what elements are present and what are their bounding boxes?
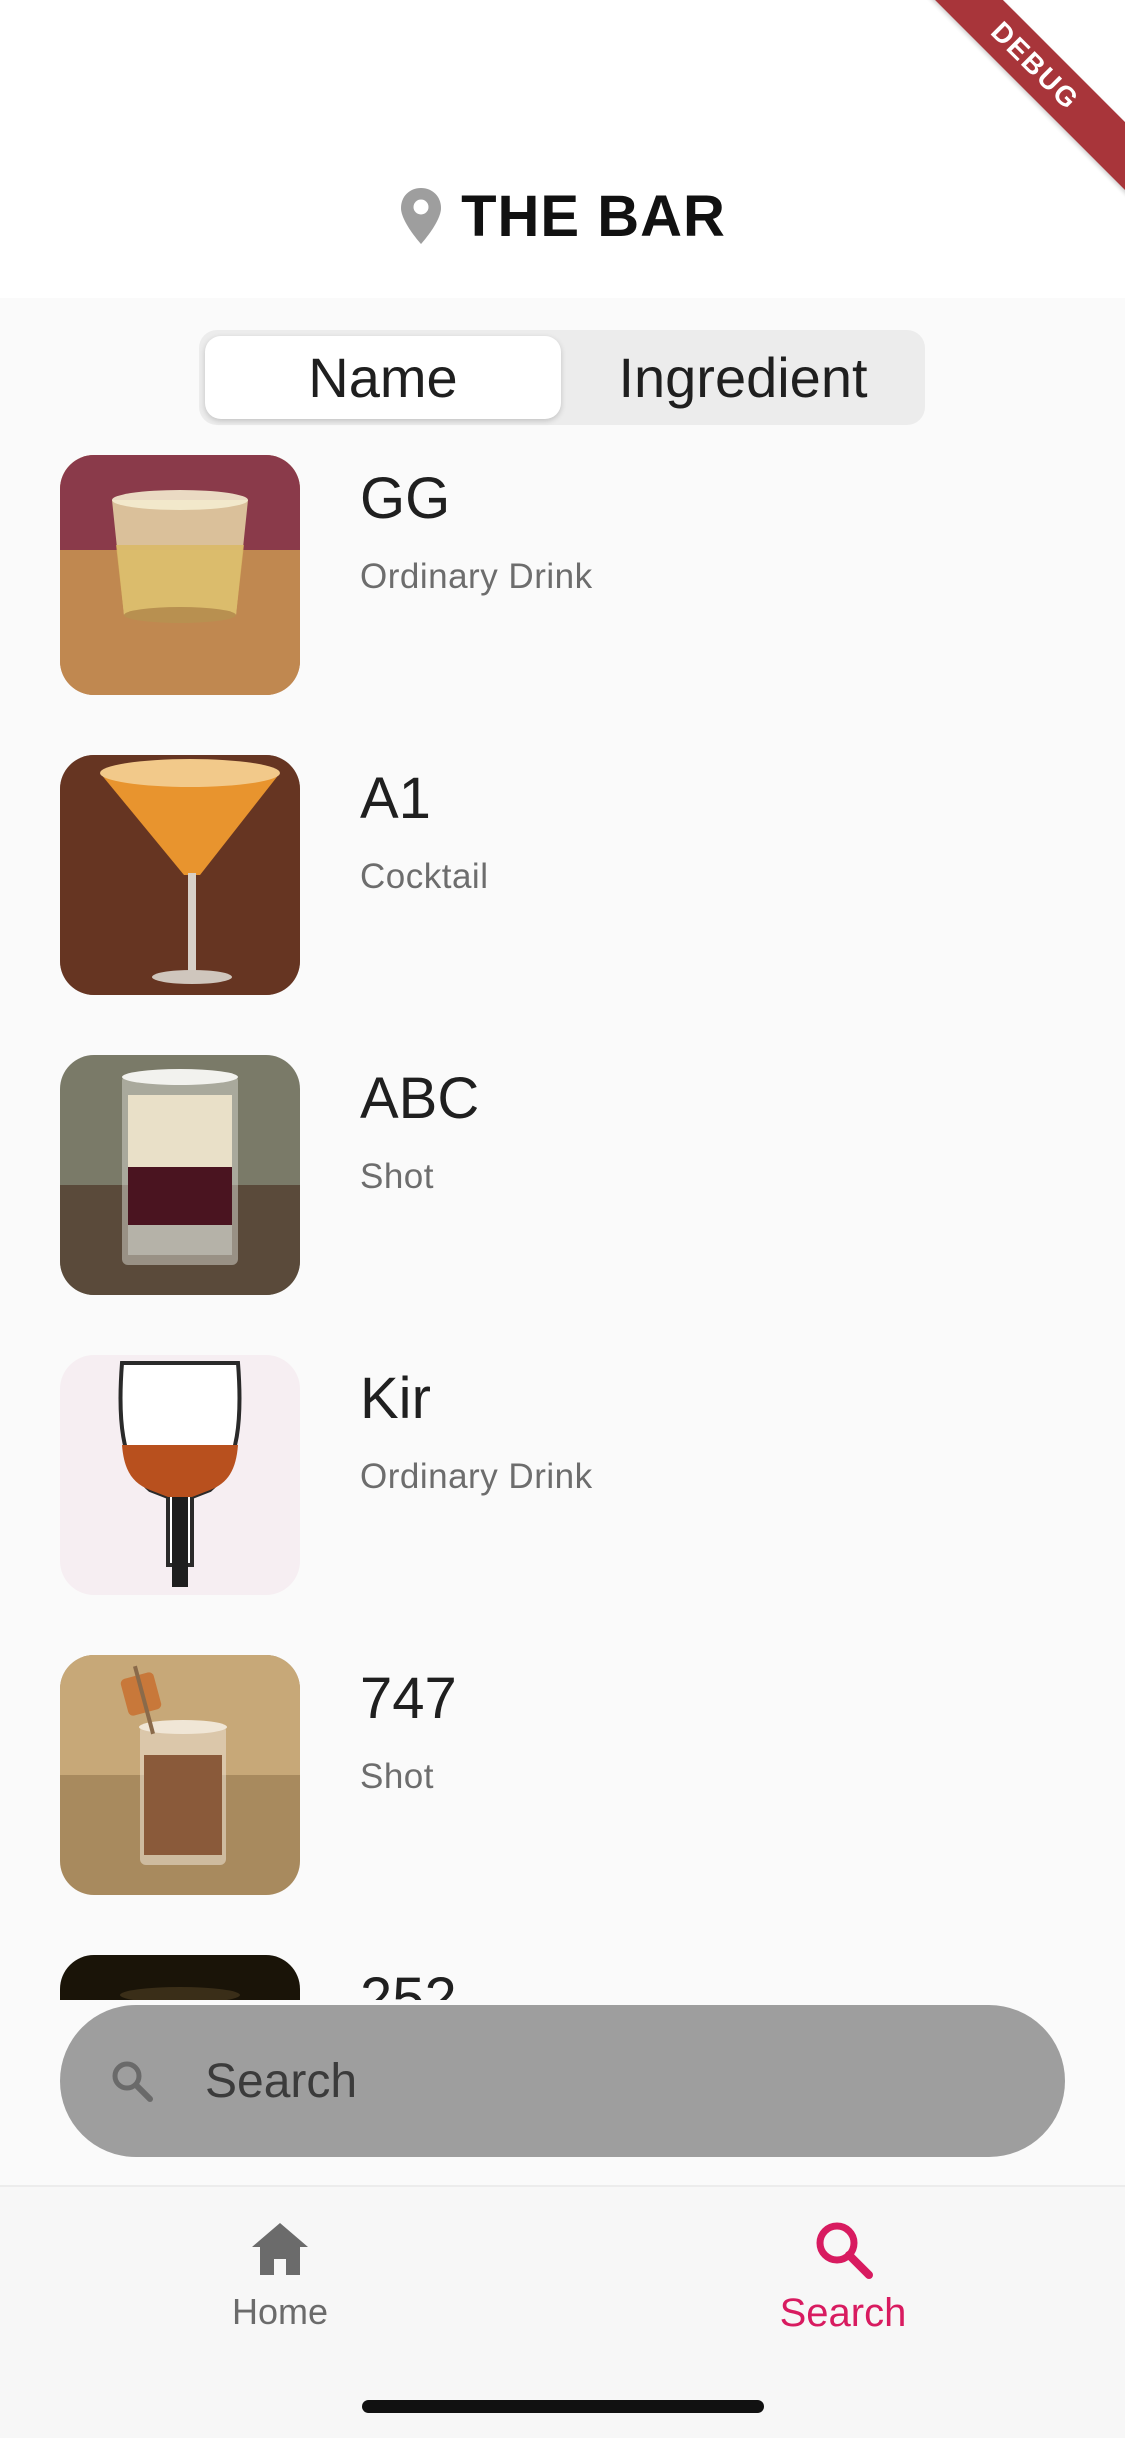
drink-name: ABC bbox=[360, 1066, 480, 1131]
drink-list-item[interactable]: 252 bbox=[0, 1955, 1125, 2000]
drink-thumbnail bbox=[60, 1955, 300, 2000]
nav-search-label: Search bbox=[779, 2291, 907, 2335]
drink-list-item[interactable]: Kir Ordinary Drink bbox=[0, 1355, 1125, 1595]
nav-search[interactable]: Search bbox=[693, 2217, 993, 2357]
home-indicator bbox=[362, 2400, 764, 2413]
drink-list-item[interactable]: ABC Shot bbox=[0, 1055, 1125, 1295]
home-icon bbox=[252, 2223, 308, 2275]
search-icon bbox=[112, 2061, 153, 2102]
drink-thumbnail bbox=[60, 1355, 300, 1595]
segment-name[interactable]: Name bbox=[205, 330, 561, 425]
drink-category: Shot bbox=[360, 1757, 434, 1796]
search-icon bbox=[816, 2222, 873, 2279]
drink-name: 747 bbox=[360, 1666, 457, 1731]
app-title: THE BAR bbox=[461, 183, 726, 249]
nav-home[interactable]: Home bbox=[130, 2217, 430, 2357]
drink-name: Kir bbox=[360, 1366, 431, 1431]
debug-banner: DEBUG bbox=[904, 0, 1125, 197]
map-pin-icon bbox=[401, 188, 442, 244]
drink-list-item[interactable]: A1 Cocktail bbox=[0, 755, 1125, 995]
search-mode-toggle[interactable]: Name Ingredient bbox=[199, 330, 925, 425]
drink-thumbnail bbox=[60, 755, 300, 995]
segment-ingredient[interactable]: Ingredient bbox=[561, 330, 925, 425]
drink-thumbnail bbox=[60, 1655, 300, 1895]
drink-category: Shot bbox=[360, 1157, 434, 1196]
app-bar: THE BAR DEBUG bbox=[0, 0, 1125, 298]
drink-list-item[interactable]: 747 Shot bbox=[0, 1655, 1125, 1895]
search-bar[interactable] bbox=[60, 2005, 1065, 2157]
drink-category: Ordinary Drink bbox=[360, 557, 593, 596]
drink-name: 252 bbox=[360, 1966, 457, 2000]
drink-name: GG bbox=[360, 466, 451, 531]
drink-thumbnail bbox=[60, 455, 300, 695]
drink-category: Cocktail bbox=[360, 857, 489, 896]
drink-category: Ordinary Drink bbox=[360, 1457, 593, 1496]
search-input[interactable] bbox=[205, 2041, 1005, 2121]
nav-home-label: Home bbox=[231, 2291, 329, 2332]
drink-list[interactable]: GG Ordinary Drink A1 Cocktail ABC Shot K… bbox=[0, 455, 1125, 2000]
app-title-container: THE BAR bbox=[0, 178, 1125, 254]
drink-list-item[interactable]: GG Ordinary Drink bbox=[0, 455, 1125, 695]
drink-name: A1 bbox=[360, 766, 431, 831]
drink-thumbnail bbox=[60, 1055, 300, 1295]
